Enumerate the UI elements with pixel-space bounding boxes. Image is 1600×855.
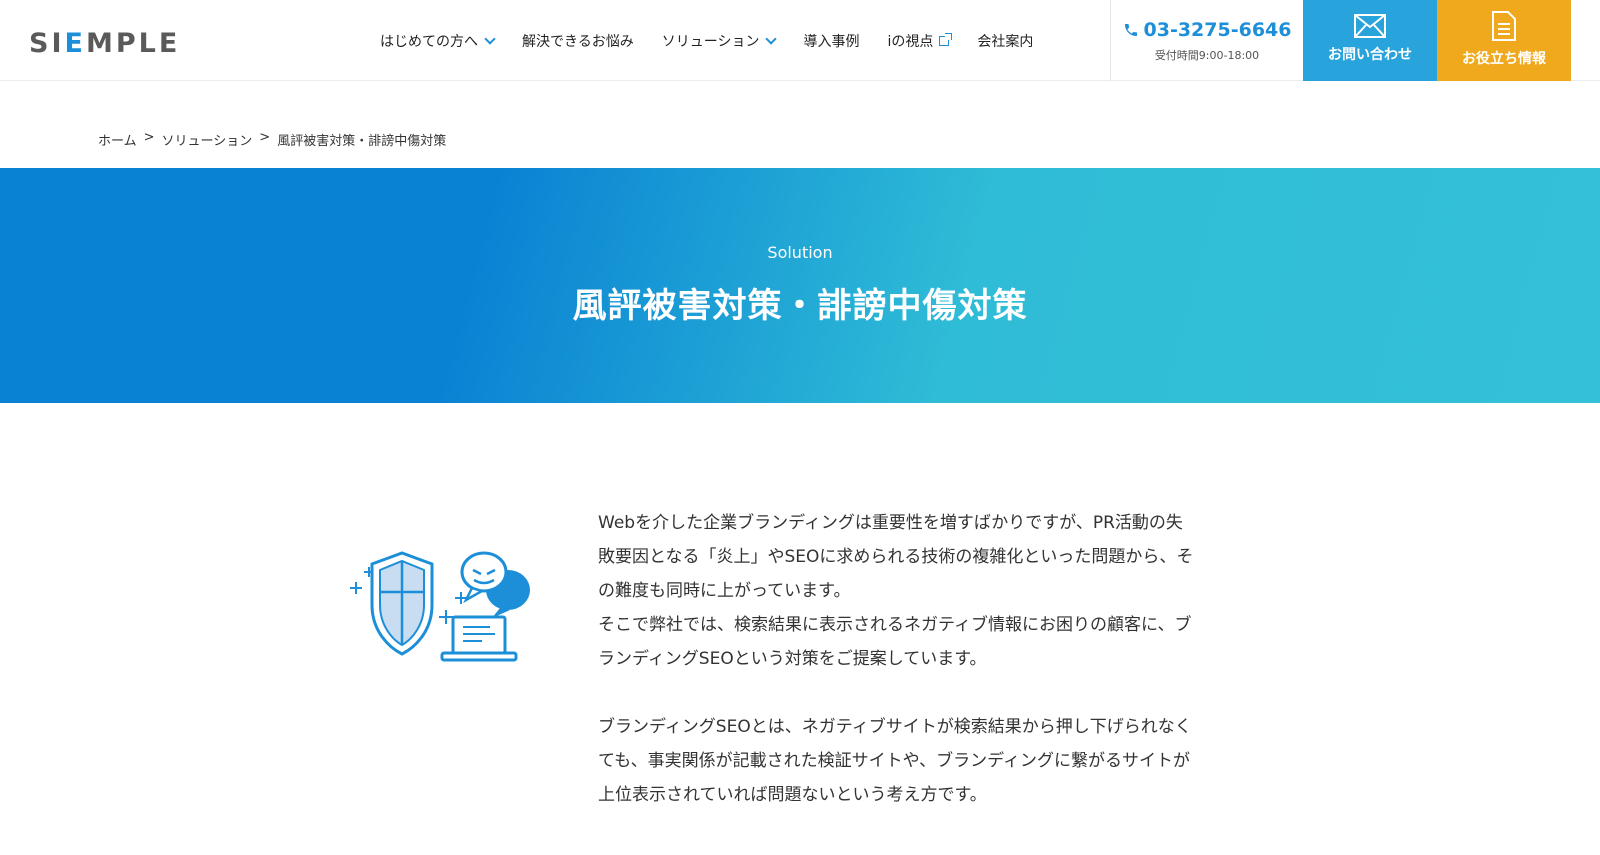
phone-number: 03-3275-6646	[1143, 19, 1292, 41]
solution-description: Webを介した企業ブランディングは重要性を増すばかりですが、PR活動の失 敗要因…	[598, 506, 1258, 846]
nav-item-i-perspective[interactable]: iの視点	[887, 31, 953, 51]
nav-label: ソリューション	[661, 33, 760, 50]
nav-label: 解決できるお悩み	[522, 33, 634, 50]
site-header: SIEMPLE はじめての方へ 解決できるお悩み ソリューション 導入事例 iの…	[0, 0, 1600, 81]
nav-item-problems[interactable]: 解決できるお悩み	[522, 31, 634, 51]
nav-item-cases[interactable]: 導入事例	[803, 31, 859, 51]
text-line: ブランディングSEOとは、ネガティブサイトが検索結果から押し下げられなく	[598, 717, 1192, 737]
text-line: の難度も同時に上がっています。	[598, 581, 851, 601]
phone-icon	[1124, 24, 1137, 36]
breadcrumb-current: 風評被害対策・誹謗中傷対策	[277, 134, 447, 149]
reputation-protection-illustration	[350, 551, 530, 662]
page-title: 風評被害対策・誹謗中傷対策	[572, 286, 1028, 326]
breadcrumb: ホーム > ソリューション > 風評被害対策・誹謗中傷対策	[98, 130, 446, 149]
chevron-down-icon	[484, 32, 496, 45]
text-line: 上位表示されていれば問題ないという考え方です。	[598, 785, 987, 805]
external-link-icon	[939, 32, 953, 46]
laptop-icon	[440, 615, 518, 662]
intro-paragraph: Webを介した企業ブランディングは重要性を増すばかりですが、PR活動の失 敗要因…	[598, 506, 1258, 676]
shield-icon	[370, 551, 434, 656]
text-line: ても、事実関係が記載された検証サイトや、ブランディングに繋がるサイトが	[598, 751, 1190, 771]
nav-label: 導入事例	[803, 33, 860, 50]
mail-icon	[1354, 14, 1386, 38]
chevron-down-icon	[765, 32, 778, 45]
nav-label: iの視点	[887, 33, 934, 50]
breadcrumb-solutions[interactable]: ソリューション	[162, 130, 253, 149]
contact-button[interactable]: お問い合わせ	[1303, 0, 1437, 81]
breadcrumb-home[interactable]: ホーム	[98, 130, 137, 149]
nav-item-company[interactable]: 会社案内	[977, 31, 1033, 51]
site-logo[interactable]: SIEMPLE	[29, 28, 180, 59]
text-line: そこで弊社では、検索結果に表示されるネガティブ情報にお困りの顧客に、ブ	[598, 615, 1192, 635]
branding-seo-paragraph: ブランディングSEOとは、ネガティブサイトが検索結果から押し下げられなく ても、…	[598, 710, 1258, 812]
speech-bubble-icon	[460, 551, 530, 618]
hero-subtitle: Solution	[767, 243, 833, 262]
main-nav: はじめての方へ 解決できるお悩み ソリューション 導入事例 iの視点 会社案内	[380, 0, 1033, 81]
phone-hours: 受付時間9:00-18:00	[1154, 49, 1260, 62]
hero-banner: Solution 風評被害対策・誹謗中傷対策	[0, 168, 1600, 403]
phone-contact[interactable]: 03-3275-6646 受付時間9:00-18:00	[1110, 0, 1303, 81]
nav-label: 会社案内	[977, 33, 1034, 50]
contact-label: お問い合わせ	[1328, 47, 1412, 63]
breadcrumb-separator: >	[259, 130, 271, 145]
breadcrumb-separator: >	[143, 130, 155, 145]
useful-info-button[interactable]: お役立ち情報	[1437, 0, 1571, 81]
text-line: ランディングSEOという対策をご提案しています。	[598, 649, 987, 669]
document-icon	[1492, 11, 1516, 41]
text-line: 敗要因となる「炎上」やSEOに求められる技術の複雑化といった問題から、そ	[598, 547, 1194, 567]
nav-label: はじめての方へ	[380, 33, 478, 50]
text-line: Webを介した企業ブランディングは重要性を増すばかりですが、PR活動の失	[598, 513, 1183, 533]
nav-item-beginners[interactable]: はじめての方へ	[380, 31, 496, 51]
useful-info-label: お役立ち情報	[1462, 51, 1546, 67]
nav-item-solutions[interactable]: ソリューション	[661, 31, 778, 51]
